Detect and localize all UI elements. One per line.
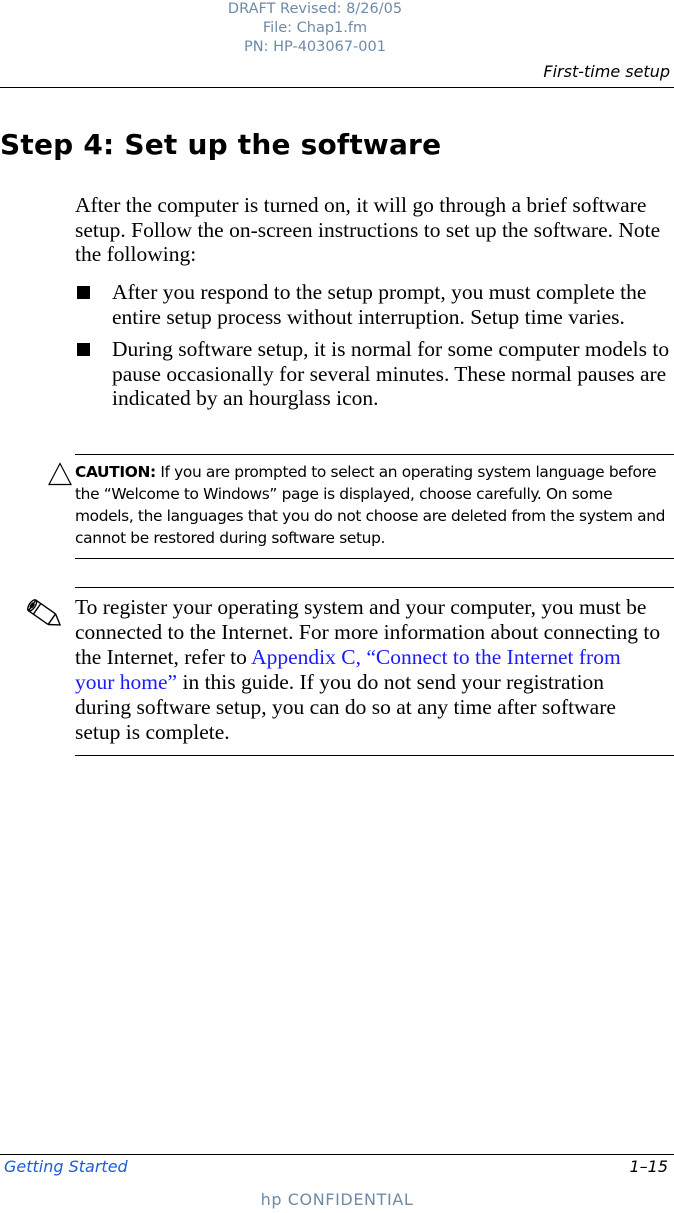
intro-paragraph: After the computer is turned on, it will…: [75, 193, 661, 266]
draft-part-number: PN: HP-403067-001: [244, 39, 386, 55]
square-bullet-icon: [77, 286, 90, 299]
caution-box: CAUTION: If you are prompted to select a…: [75, 461, 674, 549]
note-top-rule: [75, 587, 674, 588]
footer-book-title: Getting Started: [4, 1157, 128, 1176]
confidential-stamp: hp CONFIDENTIAL: [260, 1190, 414, 1209]
caution-bottom-rule: [75, 558, 674, 559]
draft-revised: DRAFT Revised: 8/26/05: [227, 1, 403, 17]
notes-list: After you respond to the setup prompt, y…: [75, 280, 670, 419]
list-item: During software setup, it is normal for …: [75, 337, 670, 411]
caution-text: If you are prompted to select an operati…: [75, 463, 666, 547]
note-bottom-rule: [75, 755, 674, 756]
running-header-title: First-time setup: [543, 62, 670, 81]
list-item-text: After you respond to the setup prompt, y…: [112, 280, 647, 329]
footer-page-number: 1–15: [629, 1157, 668, 1176]
draft-stamp: DRAFT Revised: 8/26/05 File: Chap1.fm PN…: [200, 0, 430, 57]
header-rule: [0, 87, 674, 88]
list-item: After you respond to the setup prompt, y…: [75, 280, 670, 329]
caution-top-rule: [75, 454, 674, 455]
warning-triangle-icon: [48, 462, 72, 486]
draft-file: File: Chap1.fm: [262, 20, 368, 36]
note-box: To register your operating system and yo…: [75, 595, 665, 745]
footer-rule: [0, 1154, 674, 1155]
square-bullet-icon: [77, 343, 90, 356]
list-item-text: During software setup, it is normal for …: [112, 337, 670, 410]
pencil-note-icon: [27, 599, 62, 626]
section-title: Step 4: Set up the software: [0, 128, 442, 161]
caution-label: CAUTION:: [75, 463, 156, 481]
